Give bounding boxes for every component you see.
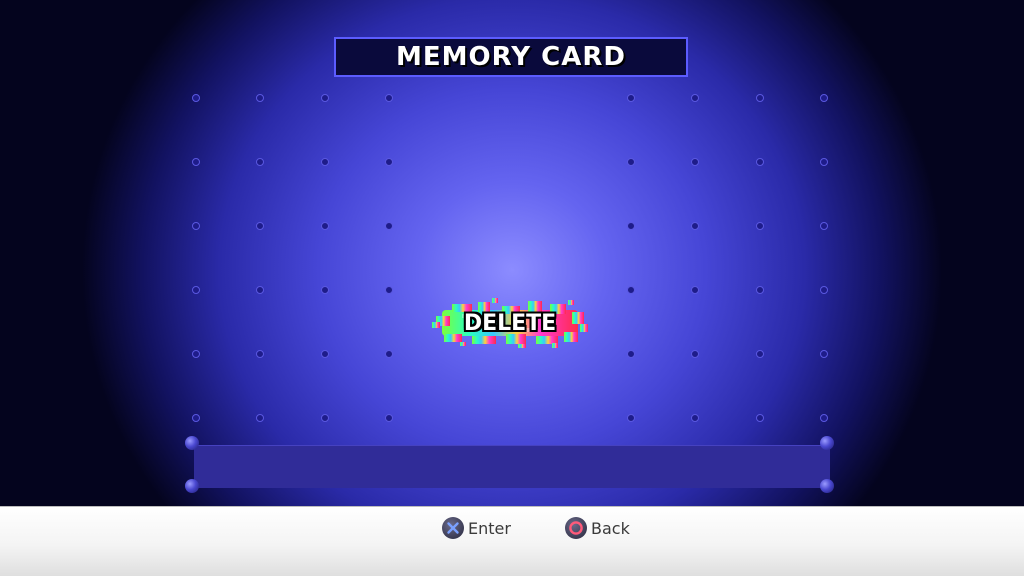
background-dot [756, 414, 764, 422]
background-dot [756, 286, 764, 294]
background-dot [756, 94, 764, 102]
background-dot [192, 94, 200, 102]
background-dot [820, 222, 828, 230]
background-dot [756, 222, 764, 230]
background-dot [691, 94, 699, 102]
background-dot [691, 222, 699, 230]
bolt-top-left-icon [185, 436, 199, 450]
background-dot [691, 286, 699, 294]
back-label: Back [591, 518, 630, 538]
background-dot [385, 414, 393, 422]
background-dot [256, 350, 264, 358]
background-dot [385, 94, 393, 102]
background-dot [192, 286, 200, 294]
background-dot [385, 286, 393, 294]
background-dot [820, 286, 828, 294]
background-dot [385, 222, 393, 230]
background-dot [820, 350, 828, 358]
background-dot [321, 414, 329, 422]
background-dot [192, 158, 200, 166]
background-dot [756, 350, 764, 358]
bolt-bottom-left-icon [185, 479, 199, 493]
footer-bar: Enter Back [0, 506, 1024, 576]
page-title: MEMORY CARD [396, 42, 626, 72]
background-dot [385, 158, 393, 166]
background-dot [192, 222, 200, 230]
circle-button-icon [565, 517, 587, 539]
background-dot [627, 158, 635, 166]
delete-option[interactable]: DELETE [432, 298, 588, 348]
background-dot [691, 350, 699, 358]
background-dot [820, 414, 828, 422]
background-dot [820, 158, 828, 166]
enter-hint[interactable]: Enter [442, 517, 511, 539]
background-dot [691, 414, 699, 422]
background-dot [256, 158, 264, 166]
info-panel [194, 445, 830, 488]
background-dot [321, 94, 329, 102]
background-dot [627, 414, 635, 422]
back-hint[interactable]: Back [565, 517, 630, 539]
background-dot [192, 350, 200, 358]
enter-label: Enter [468, 518, 511, 538]
background-dot [627, 350, 635, 358]
background-dot [321, 286, 329, 294]
background-dot [192, 414, 200, 422]
background-dot [627, 286, 635, 294]
background-dot [321, 350, 329, 358]
background-dot [756, 158, 764, 166]
background-dot [256, 286, 264, 294]
background-dot [321, 158, 329, 166]
memory-card-screen: MEMORY CARD DELETE Enter Back [0, 0, 1024, 576]
background-dot [256, 414, 264, 422]
background-dot [256, 222, 264, 230]
background-dot [627, 94, 635, 102]
background-dot [627, 222, 635, 230]
background-dot [691, 158, 699, 166]
title-bar: MEMORY CARD [334, 37, 688, 77]
background-dot [321, 222, 329, 230]
background-dot [256, 94, 264, 102]
background-dot [385, 350, 393, 358]
cross-button-icon [442, 517, 464, 539]
bolt-bottom-right-icon [820, 479, 834, 493]
main-area: MEMORY CARD DELETE [0, 0, 1024, 506]
delete-label: DELETE [463, 310, 557, 336]
background-dot [820, 94, 828, 102]
bolt-top-right-icon [820, 436, 834, 450]
